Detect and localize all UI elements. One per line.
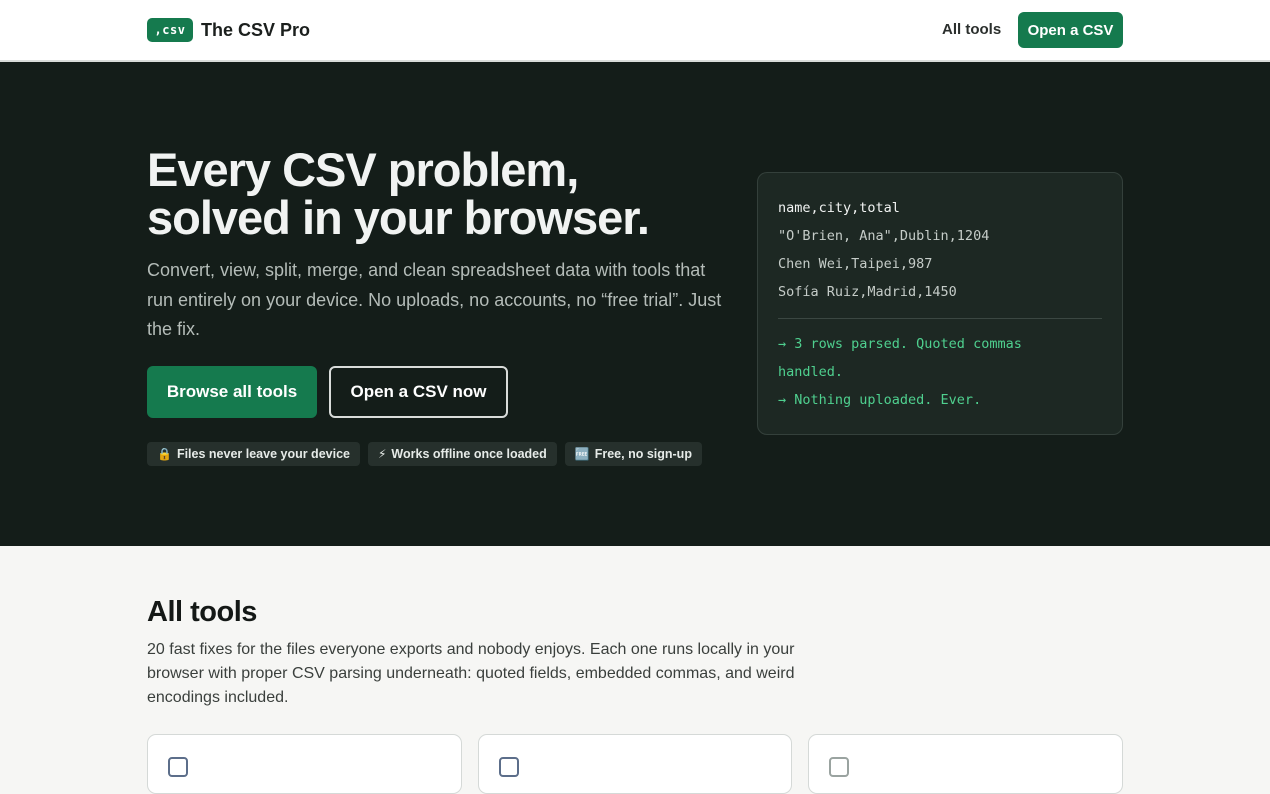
- tool-card[interactable]: [147, 734, 462, 794]
- site-header: ,csv The CSV Pro All tools Open a CSV: [0, 0, 1270, 62]
- lightning-icon: ⚡: [377, 447, 387, 461]
- parse-result-line: → Nothing uploaded. Ever.: [778, 392, 982, 408]
- csv-data-line: Chen Wei,Taipei,987: [778, 256, 933, 272]
- browse-all-tools-button[interactable]: Browse all tools: [147, 366, 317, 418]
- tool-icon: [829, 757, 849, 777]
- brand[interactable]: ,csv The CSV Pro: [147, 18, 310, 42]
- csv-preview-card: name,city,total "O'Brien, Ana",Dublin,12…: [757, 172, 1123, 435]
- open-csv-now-button[interactable]: Open a CSV now: [329, 366, 508, 418]
- feature-pills: 🔒 Files never leave your device ⚡ Works …: [147, 442, 702, 466]
- csv-data-line: Sofía Ruiz,Madrid,1450: [778, 284, 957, 300]
- tools-description: 20 fast fixes for the files everyone exp…: [147, 641, 795, 706]
- parse-result-line: → 3 rows parsed. Quoted commas: [778, 336, 1022, 352]
- logo-badge: ,csv: [147, 18, 193, 42]
- feature-pill-label: Files never leave your device: [176, 447, 350, 461]
- tool-card[interactable]: [478, 734, 792, 794]
- hero-section: Every CSV problem, solved in your browse…: [0, 62, 1270, 546]
- lock-icon: 🔒: [157, 447, 172, 461]
- tools-section-heading: All tools: [147, 596, 257, 629]
- feature-pill: 🔒 Files never leave your device: [147, 442, 360, 466]
- brand-name: The CSV Pro: [201, 19, 311, 40]
- hero-title-line-2: solved in your browser.: [147, 191, 650, 244]
- hero-lead: Convert, view, split, merge, and clean s…: [147, 260, 722, 339]
- csv-data-line: "O'Brien, Ana",Dublin,1204: [778, 228, 990, 244]
- hero-title: Every CSV problem, solved in your browse…: [147, 146, 747, 242]
- hero-title-line-1: Every CSV problem,: [147, 143, 579, 196]
- feature-pill: ⚡ Works offline once loaded: [367, 442, 557, 466]
- parse-result-line: handled.: [778, 364, 844, 380]
- feature-pill-label: Works offline once loaded: [391, 447, 547, 461]
- feature-pill: 🆓 Free, no sign-up: [564, 442, 702, 466]
- tool-card[interactable]: [808, 734, 1123, 794]
- open-csv-button[interactable]: Open a CSV: [1018, 12, 1123, 48]
- csv-header-line: name,city,total: [778, 200, 900, 216]
- feature-pill-label: Free, no sign-up: [594, 447, 692, 461]
- tools-title: All tools: [147, 596, 257, 628]
- code-divider: [778, 318, 1102, 319]
- free-icon: 🆓: [574, 447, 590, 461]
- tool-icon: [168, 757, 188, 777]
- tool-icon: [499, 757, 519, 777]
- nav-link-all-tools[interactable]: All tools: [942, 21, 1001, 38]
